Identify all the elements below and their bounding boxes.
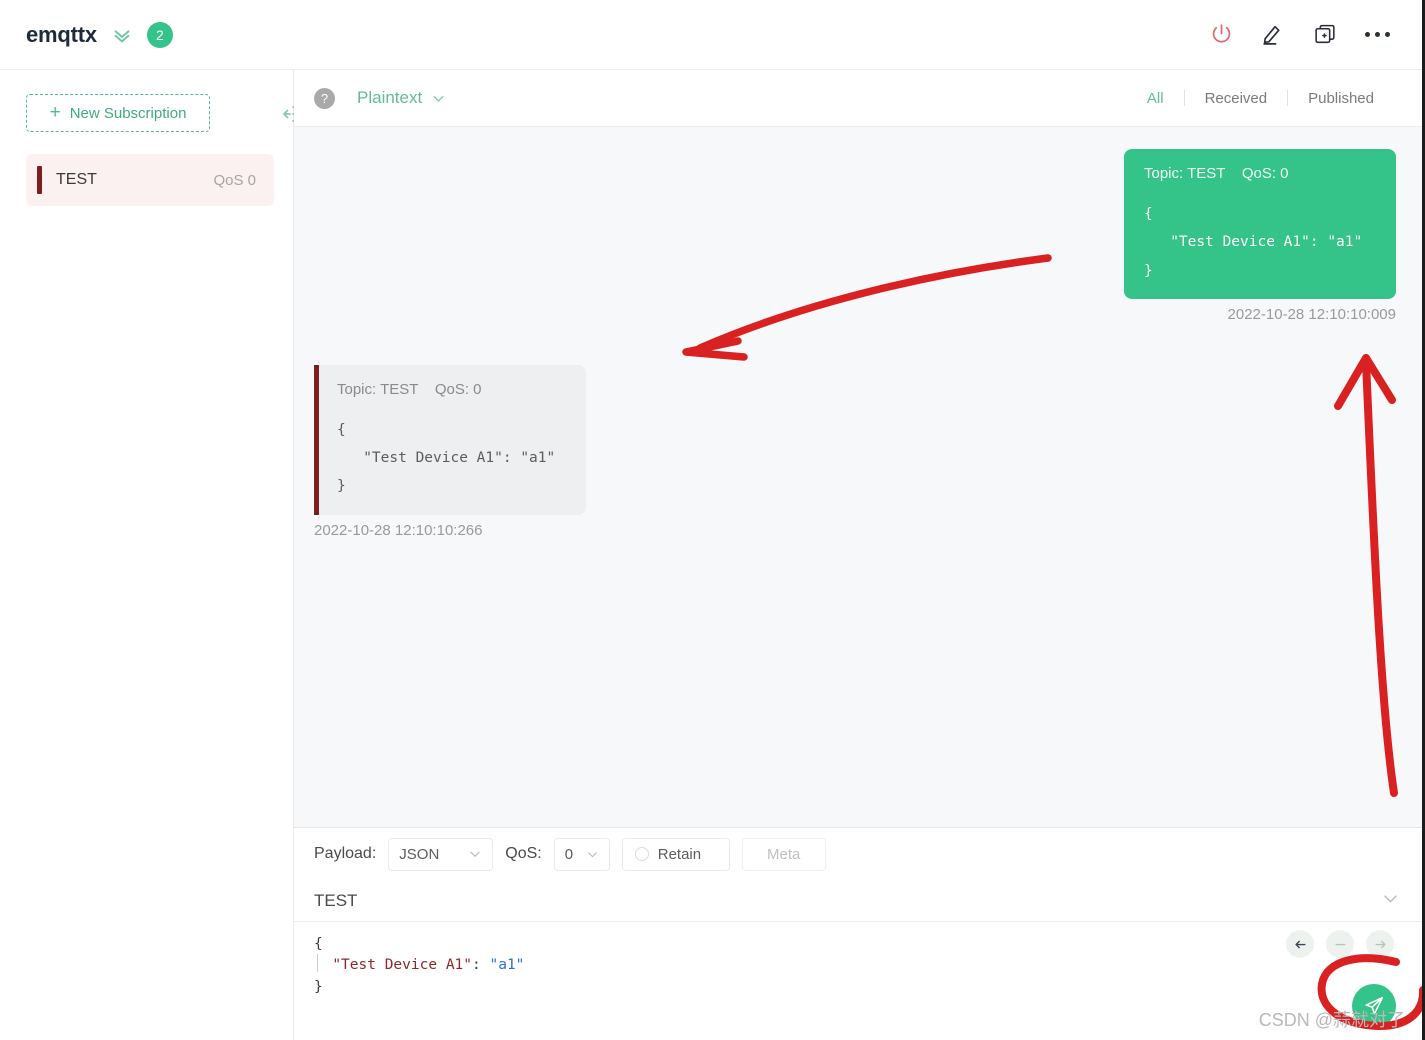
subscription-qos: QoS 0 (213, 171, 256, 189)
payload-code: { "Test Device A1": "a1" } (314, 934, 1402, 998)
code-key: "Test Device A1" (332, 957, 473, 974)
subscriptions-sidebar: + New Subscription TEST QoS 0 (0, 70, 304, 1040)
message-payload: { "Test Device A1": "a1" } (337, 421, 556, 495)
connection-name: emqttx (26, 21, 97, 47)
message-bubble[interactable]: Topic: TEST QoS: 0 { "Test Device A1": "… (1124, 149, 1396, 299)
history-forward-button[interactable] (1366, 930, 1394, 958)
power-icon[interactable] (1207, 21, 1235, 49)
history-back-button[interactable] (1286, 930, 1314, 958)
qos-value: 0 (564, 845, 574, 863)
payload-format-selector[interactable]: Plaintext (357, 88, 446, 108)
message-meta: Topic: TEST QoS: 0 (1144, 165, 1289, 182)
message-filter-tabs: All Received Published (1127, 90, 1394, 106)
send-icon (1365, 996, 1384, 1015)
messages-toolbar: ? Plaintext All Received Published (294, 70, 1422, 127)
publish-topic-row[interactable]: TEST (294, 880, 1422, 922)
meta-button[interactable]: Meta (741, 837, 826, 871)
publish-panel: Payload: JSON QoS: 0 Retain Meta TEST {… (294, 827, 1422, 1040)
history-clear-button[interactable] (1326, 930, 1354, 958)
dot (1365, 32, 1370, 37)
payload-type-select[interactable]: JSON (388, 837, 494, 871)
payload-label: Payload: (314, 845, 377, 862)
qos-label: QoS: (505, 845, 542, 862)
dot (1375, 32, 1380, 37)
subscription-item-test[interactable]: TEST QoS 0 (26, 154, 274, 206)
message-bubble[interactable]: Topic: TEST QoS: 0 { "Test Device A1": "… (314, 364, 586, 515)
emqx-client-window: emqttx 2 + New Subscription TEST QoS 0 ?… (0, 0, 1425, 1040)
plus-icon: + (49, 101, 61, 123)
top-bar-actions (1207, 21, 1422, 49)
qos-select[interactable]: 0 (553, 837, 610, 871)
new-subscription-button[interactable]: + New Subscription (26, 94, 210, 132)
top-bar: emqttx 2 (0, 0, 1422, 70)
code-colon: : (472, 957, 490, 974)
editor-nav-buttons (1286, 930, 1394, 958)
chevron-down-icon[interactable] (1381, 889, 1400, 913)
payload-type-value: JSON (399, 845, 440, 863)
chevron-down-icon (433, 95, 444, 102)
new-subscription-label: New Subscription (69, 104, 187, 122)
code-value: "a1" (489, 957, 525, 974)
message-meta: Topic: TEST QoS: 0 (337, 380, 482, 398)
filter-tab-received[interactable]: Received (1185, 91, 1288, 106)
send-button[interactable] (1352, 984, 1396, 1028)
message-payload: { "Test Device A1": "a1" } (1144, 206, 1363, 279)
code-line-open: { (314, 936, 323, 952)
publish-topic-value: TEST (314, 890, 358, 910)
chevron-down-icon (470, 851, 480, 857)
message-list: Topic: TEST QoS: 0 { "Test Device A1": "… (294, 127, 1422, 827)
chevron-double-down-icon[interactable] (111, 24, 133, 46)
retain-label: Retain (657, 845, 702, 863)
new-window-icon[interactable] (1311, 21, 1339, 49)
retain-radio-icon (634, 847, 649, 861)
pencil-icon[interactable] (1259, 21, 1287, 49)
message-timestamp: 2022-10-28 12:10:10:009 (1227, 305, 1396, 323)
top-bar-left: emqttx 2 (0, 21, 173, 48)
message-received: Topic: TEST QoS: 0 { "Test Device A1": "… (314, 364, 586, 539)
ellipsis-icon[interactable] (1363, 26, 1392, 43)
connection-badge-count: 2 (146, 21, 173, 48)
message-timestamp: 2022-10-28 12:10:10:266 (314, 521, 483, 539)
messages-panel: ? Plaintext All Received Published Topic… (294, 70, 1422, 1040)
indent-guide (317, 954, 318, 972)
message-row: Topic: TEST QoS: 0 { "Test Device A1": "… (314, 364, 1396, 539)
payload-format-value: Plaintext (357, 88, 423, 107)
subscription-color-bar (37, 166, 42, 194)
code-line-close: } (314, 978, 323, 995)
chevron-down-icon (587, 851, 597, 857)
retain-checkbox[interactable]: Retain (621, 837, 730, 871)
payload-editor[interactable]: { "Test Device A1": "a1" } (294, 922, 1422, 1040)
message-published: Topic: TEST QoS: 0 { "Test Device A1": "… (1124, 149, 1396, 323)
publish-toolbar: Payload: JSON QoS: 0 Retain Meta (294, 828, 1422, 880)
filter-tab-published[interactable]: Published (1288, 91, 1394, 106)
dot (1385, 32, 1390, 37)
filter-tab-all[interactable]: All (1127, 91, 1184, 106)
message-row: Topic: TEST QoS: 0 { "Test Device A1": "… (314, 149, 1396, 323)
subscription-topic: TEST (56, 171, 97, 188)
help-icon[interactable]: ? (314, 87, 335, 109)
